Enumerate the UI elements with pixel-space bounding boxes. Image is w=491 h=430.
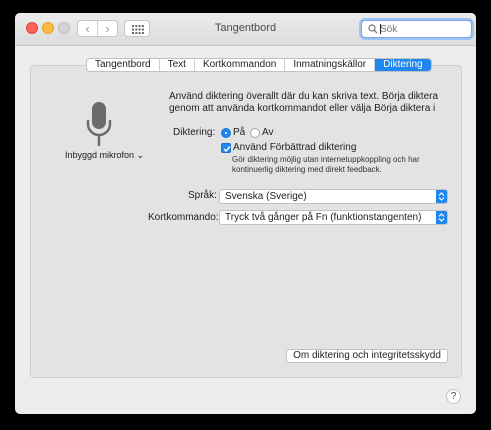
shortcut-popup[interactable]: Tryck två gånger på Fn (funktionstangent… [219, 210, 448, 225]
dictation-off-label[interactable]: Av [262, 127, 274, 138]
enhanced-dictation-label[interactable]: Använd Förbättrad diktering [233, 142, 356, 153]
shortcut-value: Tryck två gånger på Fn (funktionstangent… [225, 212, 422, 223]
language-label: Språk: [188, 190, 217, 201]
tab-kortkommandon[interactable]: Kortkommandon [193, 59, 284, 71]
dictation-off-radio[interactable] [250, 128, 260, 138]
search-icon [368, 24, 378, 34]
enhanced-dictation-description: Gör diktering möjlig utan internetuppkop… [232, 155, 420, 174]
shortcut-label: Kortkommando: [148, 212, 219, 223]
search-input[interactable] [380, 22, 468, 36]
language-popup[interactable]: Svenska (Sverige) [219, 189, 448, 204]
dictation-on-radio[interactable] [221, 128, 231, 138]
tab-text[interactable]: Text [158, 59, 194, 71]
tab-diktering[interactable]: Diktering [374, 59, 431, 71]
language-value: Svenska (Sverige) [225, 191, 307, 202]
dictation-description: Använd diktering överallt där du kan skr… [169, 91, 439, 114]
tab-tangentbord[interactable]: Tangentbord [87, 59, 159, 71]
help-button[interactable]: ? [446, 389, 461, 404]
privacy-info-button[interactable]: Om diktering och integritetsskydd [286, 349, 448, 363]
preferences-window: ‹ › Tangentbord Tangentbord Text [15, 13, 476, 414]
tab-inmatningskallor[interactable]: Inmatningskällor [284, 59, 374, 71]
checkmark-icon [223, 146, 231, 153]
dictation-label: Diktering: [173, 127, 216, 138]
microphone-icon [86, 102, 112, 146]
search-field[interactable] [361, 20, 472, 38]
text-cursor [380, 24, 381, 34]
dictation-on-label[interactable]: På [233, 127, 245, 138]
tab-bar: Tangentbord Text Kortkommandon Inmatning… [86, 58, 432, 72]
microphone-selector[interactable]: Inbyggd mikrofon ⌄ [65, 150, 144, 161]
updown-arrows-icon [436, 211, 447, 224]
enhanced-dictation-checkbox[interactable] [221, 143, 231, 153]
title-bar: ‹ › Tangentbord [15, 13, 476, 46]
updown-arrows-icon [436, 190, 447, 203]
